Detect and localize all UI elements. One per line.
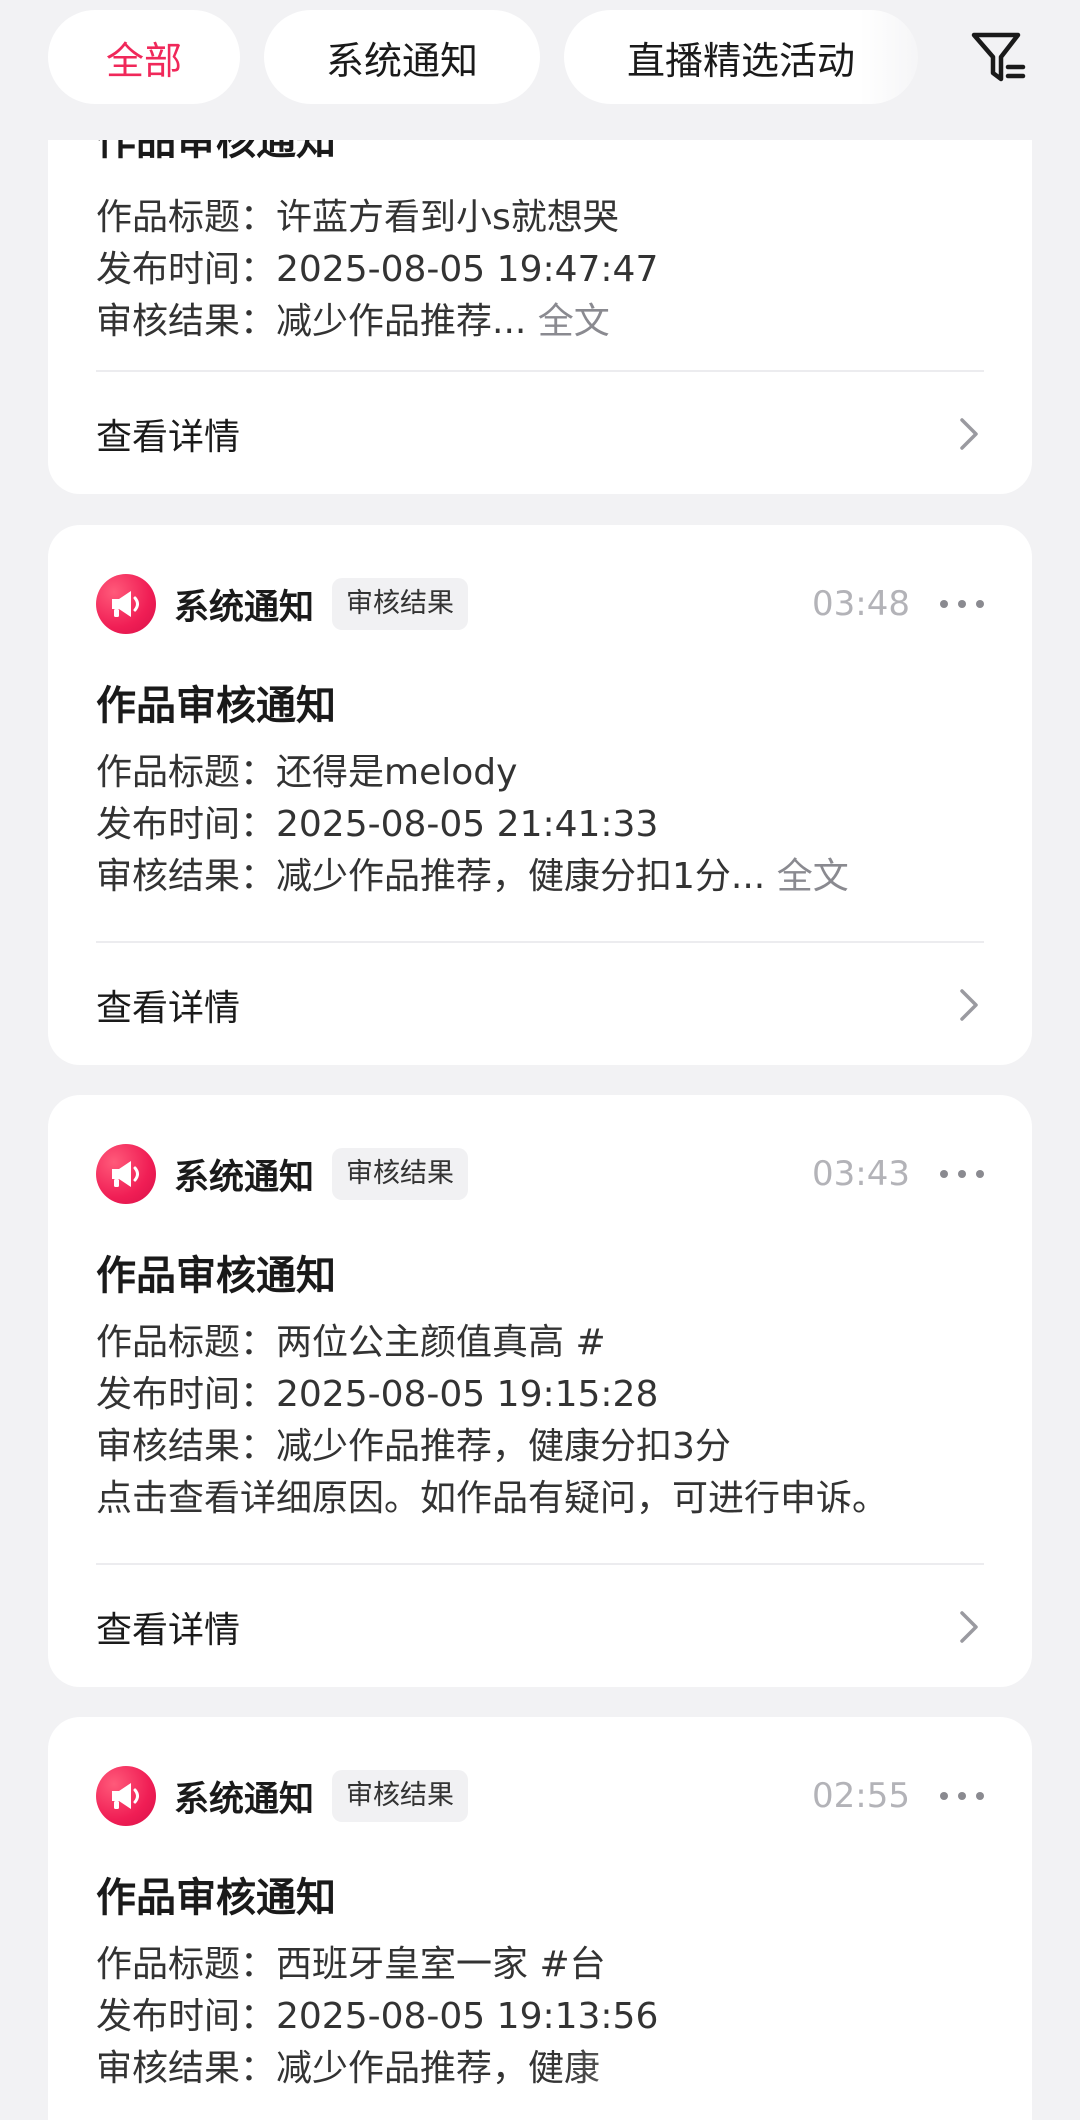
- publish-time-line: 发布时间：2025-08-05 21:41:33: [96, 804, 659, 845]
- appeal-hint-line: 点击查看详细原因。如作品有疑问，可进行申诉。: [96, 1478, 889, 1519]
- work-title-line: 作品标题：西班牙皇室一家 #台: [96, 1944, 606, 1985]
- card-title: 作品审核通知: [96, 683, 336, 729]
- filter-button[interactable]: [960, 22, 1036, 92]
- view-details-label: 查看详情: [96, 417, 241, 458]
- full-text-link[interactable]: 全文: [538, 301, 610, 342]
- review-result-line: 审核结果：减少作品推荐，健康分扣3分: [96, 1426, 731, 1467]
- divider: [96, 1563, 984, 1565]
- card-body: 作品标题：两位公主颜值真高 # 发布时间：2025-08-05 19:15:28…: [96, 1317, 984, 1525]
- view-details-label: 查看详情: [96, 988, 241, 1029]
- more-dots-icon[interactable]: [940, 1164, 984, 1184]
- work-title-line: 作品标题：还得是melody: [96, 752, 518, 793]
- publish-time-line: 发布时间：2025-08-05 19:47:47: [96, 249, 659, 290]
- chevron-right-icon: [954, 1607, 984, 1647]
- work-title-line: 作品标题：两位公主颜值真高 #: [96, 1322, 606, 1363]
- work-title-line: 作品标题：许蓝方看到小s就想哭: [96, 197, 619, 238]
- timestamp: 02:55: [812, 1776, 910, 1816]
- view-details-label: 查看详情: [96, 1610, 241, 1651]
- divider: [96, 370, 984, 372]
- card-title: 作品审核通知: [96, 1253, 336, 1299]
- publish-time-line: 发布时间：2025-08-05 19:15:28: [96, 1374, 659, 1415]
- sender-name: 系统通知: [174, 1779, 315, 1820]
- category-badge: 审核结果: [332, 1148, 469, 1200]
- view-details-row[interactable]: 查看详情: [96, 975, 984, 1035]
- timestamp: 03:43: [812, 1154, 910, 1194]
- chevron-right-icon: [954, 414, 984, 454]
- full-text-link[interactable]: 全文: [777, 856, 849, 897]
- sender-name: 系统通知: [174, 1157, 315, 1198]
- card-header: 系统通知 审核结果 02:55: [96, 1765, 984, 1827]
- notification-screen: 作品审核通知 作品标题：许蓝方看到小s就想哭 发布时间：2025-08-05 1…: [0, 0, 1080, 2120]
- card-header: 系统通知 审核结果 03:43: [96, 1143, 984, 1205]
- filter-chip-all[interactable]: 全部: [48, 10, 240, 104]
- text-fade-overlay: [560, 2050, 960, 2110]
- sender-name: 系统通知: [174, 587, 315, 628]
- megaphone-icon: [96, 1144, 156, 1204]
- review-result-text: 审核结果：减少作品推荐，健康分扣1分...: [96, 856, 766, 897]
- card-header: 系统通知 审核结果 03:48: [96, 573, 984, 635]
- timestamp: 03:48: [812, 584, 910, 624]
- more-dots-icon[interactable]: [940, 594, 984, 614]
- card-title: 作品审核通知: [96, 1875, 336, 1921]
- category-badge: 审核结果: [332, 578, 469, 630]
- megaphone-icon: [96, 1766, 156, 1826]
- category-badge: 审核结果: [332, 1770, 469, 1822]
- megaphone-icon: [96, 574, 156, 634]
- notification-card[interactable]: 系统通知 审核结果 03:43 作品审核通知 作品标题：两位公主颜值真高 # 发…: [48, 1095, 1032, 1687]
- filter-icon: [971, 32, 1026, 82]
- chevron-right-icon: [954, 985, 984, 1025]
- chip-fade-overlay: [860, 0, 960, 140]
- notification-card[interactable]: 系统通知 审核结果 03:48 作品审核通知 作品标题：还得是melody 发布…: [48, 525, 1032, 1065]
- view-details-row[interactable]: 查看详情: [96, 1597, 984, 1657]
- filter-bar: 全部 系统通知 直播精选活动: [0, 0, 1080, 140]
- review-result-line: 审核结果：减少作品推荐... 全文: [96, 296, 984, 348]
- card-body: 作品标题：还得是melody 发布时间：2025-08-05 21:41:33 …: [96, 747, 984, 903]
- publish-time-line: 发布时间：2025-08-05 19:13:56: [96, 1996, 659, 2037]
- card-body: 作品标题：许蓝方看到小s就想哭 发布时间：2025-08-05 19:47:47…: [96, 192, 984, 348]
- more-dots-icon[interactable]: [940, 1786, 984, 1806]
- review-result-text: 审核结果：减少作品推荐...: [96, 301, 527, 342]
- review-result-line: 审核结果：减少作品推荐，健康分扣1分... 全文: [96, 851, 984, 903]
- divider: [96, 941, 984, 943]
- view-details-row[interactable]: 查看详情: [96, 404, 984, 464]
- filter-chip-system[interactable]: 系统通知: [264, 10, 540, 104]
